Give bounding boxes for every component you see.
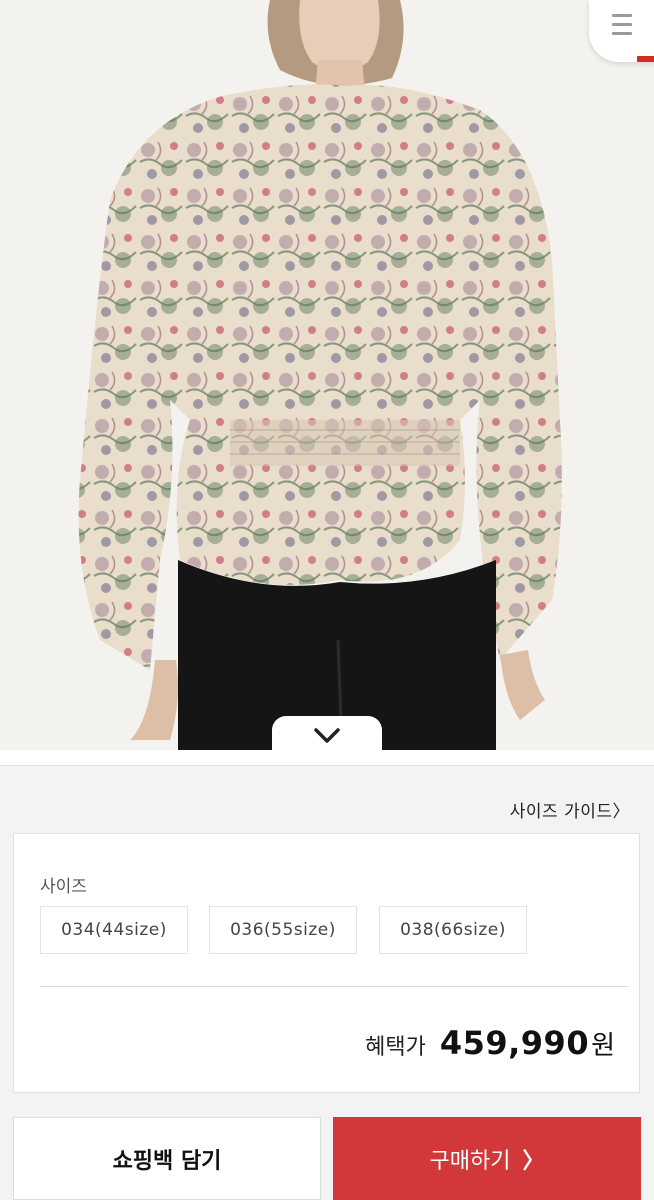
option-card: 사이즈 034(44size) 036(55size) 038(66size) … <box>13 833 640 1093</box>
add-to-bag-label: 쇼핑백 담기 <box>112 1148 222 1174</box>
collapse-image-button[interactable] <box>272 716 382 750</box>
price-unit: 원 <box>591 1031 615 1061</box>
product-image <box>0 0 654 750</box>
section-divider <box>0 750 654 766</box>
hamburger-menu-icon <box>612 14 632 42</box>
price-row: 혜택가 459,990 원 <box>365 1024 615 1062</box>
size-option-036[interactable]: 036(55size) <box>209 906 357 954</box>
price-label: 혜택가 <box>365 1035 426 1060</box>
price-value: 459,990 <box>439 1024 590 1062</box>
size-option-038[interactable]: 038(66size) <box>379 906 527 954</box>
chevron-right-icon: 〉 <box>612 802 630 822</box>
size-guide-row: 사이즈 가이드〉 <box>0 767 654 833</box>
menu-button[interactable] <box>589 0 654 62</box>
size-guide-link[interactable]: 사이즈 가이드〉 <box>510 797 630 822</box>
chevron-down-icon <box>314 728 340 743</box>
size-guide-label: 사이즈 가이드 <box>509 802 613 822</box>
buy-button[interactable]: 구매하기 〉 <box>333 1117 641 1200</box>
size-label: 사이즈 <box>40 877 87 897</box>
chevron-right-icon: 〉 <box>522 1148 545 1174</box>
add-to-bag-button[interactable]: 쇼핑백 담기 <box>13 1117 321 1200</box>
size-option-034[interactable]: 034(44size) <box>40 906 188 954</box>
menu-accent <box>637 56 654 62</box>
card-divider <box>40 986 628 987</box>
product-photo <box>0 0 654 750</box>
buy-label: 구매하기 <box>429 1148 511 1174</box>
